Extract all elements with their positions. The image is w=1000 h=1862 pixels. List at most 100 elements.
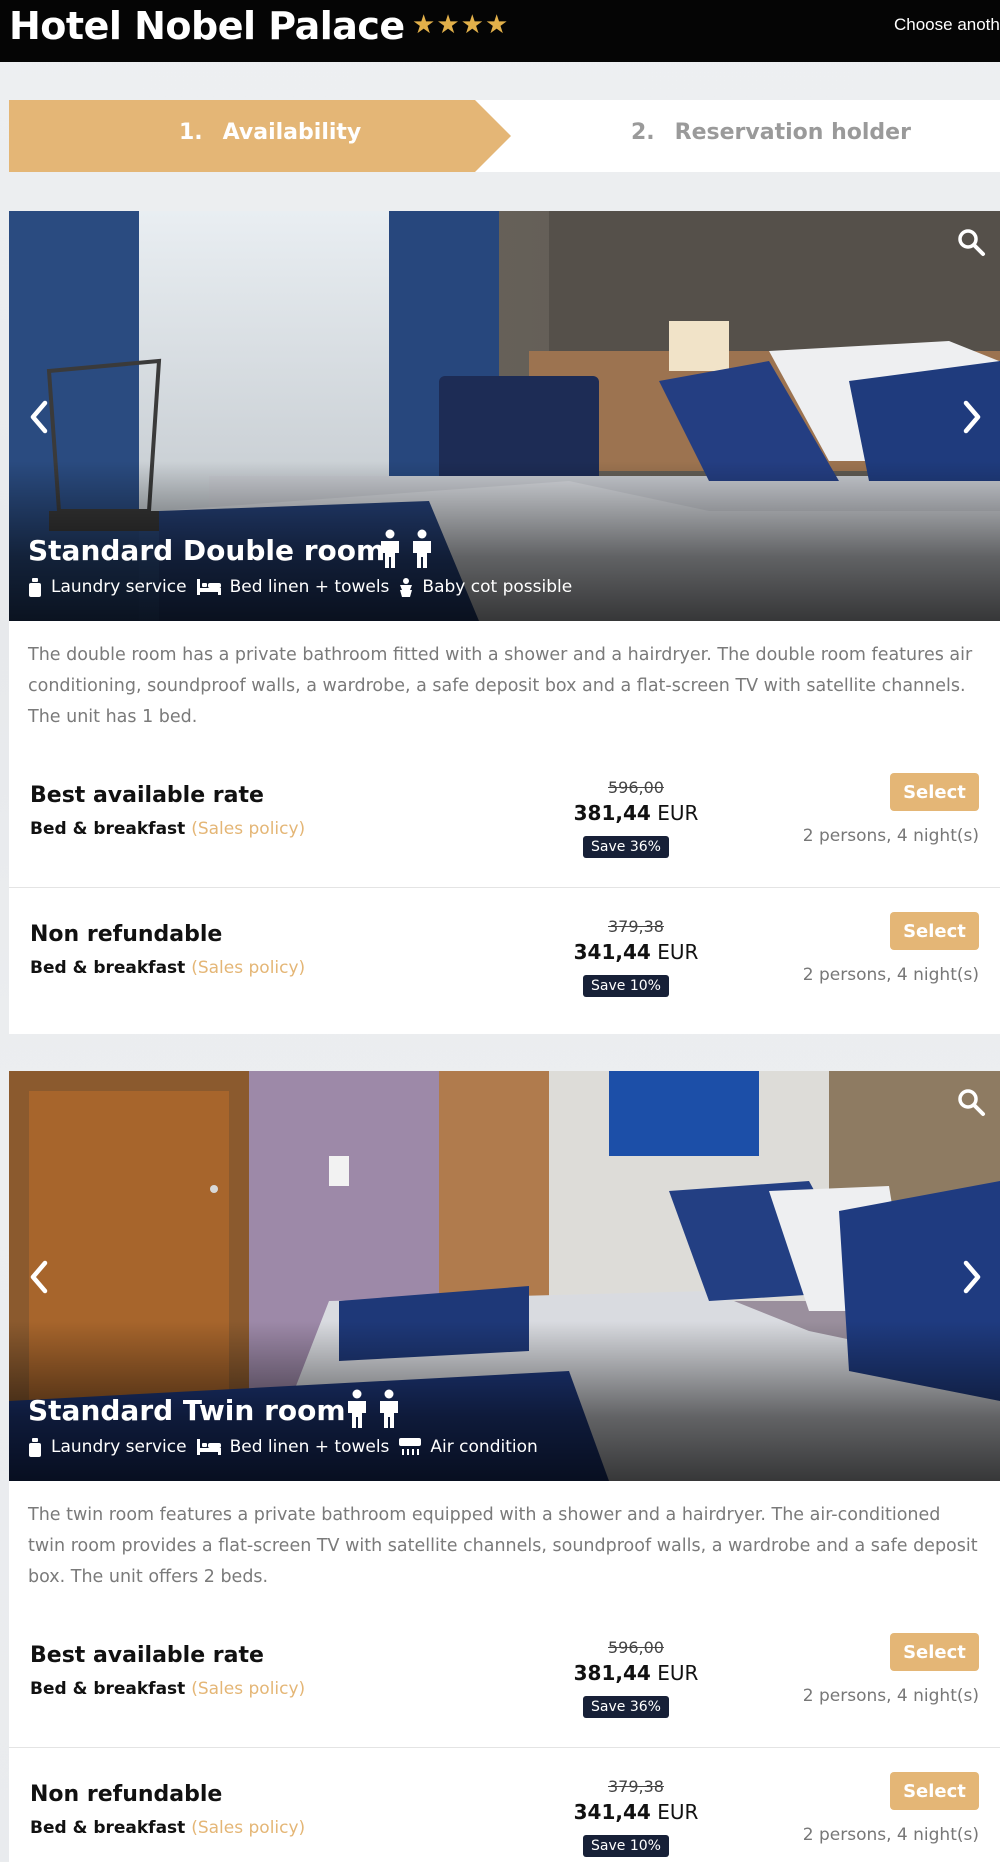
price-amount: 381,44 [573,1661,651,1685]
room-title: Standard Twin room [28,1394,346,1427]
price-currency: EUR [657,801,699,825]
original-price: 596,00 [608,778,664,797]
select-button[interactable]: Select [890,1772,979,1810]
occupancy-text: 2 persons, 4 night(s) [802,1825,979,1845]
star-icon: ★ [460,10,484,40]
save-badge: Save 36% [583,836,669,858]
hotel-name: Hotel Nobel Palace [9,4,405,48]
step-label: Availability [222,120,362,145]
rate-name: Non refundable [30,1782,223,1807]
room-description: The twin room features a private bathroo… [28,1505,978,1587]
amenity-item: Laundry service [28,577,187,597]
board-label: Bed & breakfast [30,1818,186,1838]
occupancy-text: 2 persons, 4 night(s) [802,965,979,985]
booking-steps: 1. Availability 2. Reservation holder [9,100,1000,172]
amenity-item: Baby cot possible [399,577,572,597]
board-label: Bed & breakfast [30,819,186,839]
room-description: The double room has a private bathroom f… [28,645,973,727]
chevron-right-icon[interactable] [958,397,986,437]
save-badge: Save 36% [583,1696,669,1718]
rate-row: Best available rate Bed & breakfast (Sal… [9,1609,1000,1748]
original-price: 379,38 [608,1777,664,1796]
amenity-item: Bed linen + towels [196,577,389,597]
star-rating: ★ ★ ★ ★ [412,12,508,38]
rate-name: Best available rate [30,783,264,808]
amenity-label: Baby cot possible [422,577,573,597]
board-type: Bed & breakfast (Sales policy) [30,819,305,839]
chevron-right-icon[interactable] [958,1257,986,1297]
rate-row: Non refundable Bed & breakfast (Sales po… [9,888,1000,1027]
sales-policy-link[interactable]: (Sales policy) [191,819,305,839]
step-reservation-holder[interactable]: 2. Reservation holder [631,120,911,145]
amenity-label: Laundry service [51,577,187,597]
person-icon [381,529,399,568]
person-icon [380,1389,398,1428]
choose-other-hotel-link[interactable]: Choose anoth [894,15,1000,35]
rate-name: Best available rate [30,1643,264,1668]
amenity-label: Laundry service [51,1437,187,1457]
select-button[interactable]: Select [890,773,979,811]
chevron-left-icon[interactable] [25,1257,53,1297]
amenity-item: Bed linen + towels [196,1437,390,1457]
laundry-icon [29,1437,41,1457]
chevron-left-icon[interactable] [25,397,53,437]
bed-icon [196,579,221,595]
discounted-price: 341,44 EUR [531,1800,741,1824]
sales-policy-link[interactable]: (Sales policy) [191,1679,305,1699]
rate-row: Best available rate Bed & breakfast (Sal… [9,749,1000,888]
top-bar: Hotel Nobel Palace ★ ★ ★ ★ Choose anoth [0,0,1000,62]
step-number: 1. [179,120,203,145]
board-type: Bed & breakfast (Sales policy) [30,1679,305,1699]
select-button[interactable]: Select [890,1633,979,1671]
save-badge: Save 10% [583,1835,669,1857]
room-title: Standard Double room [28,534,386,567]
price-amount: 341,44 [573,1800,651,1824]
amenity-list: Laundry service Bed linen + towels Air c… [28,1437,548,1457]
board-type: Bed & breakfast (Sales policy) [30,958,305,978]
discounted-price: 381,44 EUR [531,1661,741,1685]
price-amount: 341,44 [573,940,651,964]
amenity-label: Bed linen + towels [229,1437,390,1457]
save-badge: Save 10% [583,975,669,997]
price-currency: EUR [657,1661,699,1685]
person-icon [348,1389,366,1428]
occupancy-icons [376,529,436,569]
occupancy-text: 2 persons, 4 night(s) [802,826,979,846]
discounted-price: 381,44 EUR [531,801,741,825]
sales-policy-link[interactable]: (Sales policy) [191,958,305,978]
step-availability-label: 1. Availability [179,120,361,145]
original-price: 379,38 [608,917,664,936]
room-photo-carousel[interactable]: Standard Double room Laundry service Bed… [9,211,1000,621]
baby-cot-icon [400,577,413,597]
search-icon[interactable] [956,1087,986,1117]
occupancy-icons [343,1389,403,1429]
price-amount: 381,44 [573,801,651,825]
rate-name: Non refundable [30,922,223,947]
search-icon[interactable] [956,227,986,257]
price-currency: EUR [657,940,699,964]
discounted-price: 341,44 EUR [531,940,741,964]
amenity-list: Laundry service Bed linen + towels Baby … [28,577,582,597]
bed-icon [196,1439,221,1455]
amenity-item: Air condition [399,1437,538,1457]
room-photo-carousel[interactable]: Standard Twin room Laundry service Bed l… [9,1071,1000,1481]
person-icon [413,529,431,568]
laundry-icon [29,577,41,597]
step-number: 2. [631,120,655,145]
amenity-item: Laundry service [28,1437,187,1457]
star-icon: ★ [484,10,509,40]
board-label: Bed & breakfast [30,958,186,978]
board-type: Bed & breakfast (Sales policy) [30,1818,305,1838]
amenity-label: Air condition [430,1437,538,1457]
sales-policy-link[interactable]: (Sales policy) [191,1818,305,1838]
air-condition-icon [399,1438,422,1455]
occupancy-text: 2 persons, 4 night(s) [802,1686,979,1706]
star-icon: ★ [412,10,436,40]
room-card: Standard Double room Laundry service Bed… [9,211,1000,1034]
rate-row: Non refundable Bed & breakfast (Sales po… [9,1748,1000,1862]
star-icon: ★ [436,10,460,40]
step-label: Reservation holder [674,120,911,145]
select-button[interactable]: Select [890,912,979,950]
room-card: Standard Twin room Laundry service Bed l… [9,1071,1000,1862]
price-currency: EUR [657,1800,699,1824]
